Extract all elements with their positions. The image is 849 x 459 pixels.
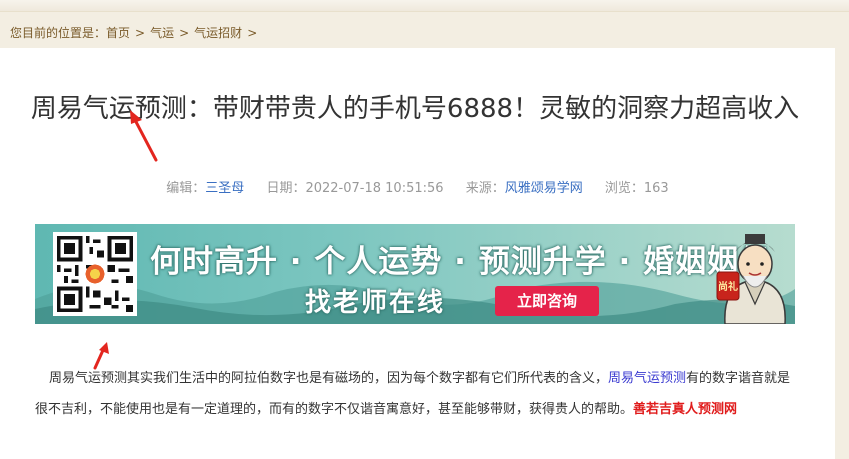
meta-source-link[interactable]: 风雅颂易学网 [505,181,583,196]
sage-character-icon: 尚礼 [716,234,786,324]
banner-subline: 找老师在线 [305,288,446,318]
meta-views: 浏览：163 [605,181,669,196]
breadcrumb-separator: > [179,26,190,40]
breadcrumb-qiyun-zhaocai-link[interactable]: 气运招财 [194,26,242,40]
badge-text: 尚礼 [718,280,738,293]
breadcrumb: 您目前的位置是：首页 > 气运 > 气运招财 > [10,24,262,42]
article-meta: 编辑：三圣母 日期：2022-07-18 10:51:56 来源：风雅颂易学网 … [0,177,835,196]
meta-date-label: 日期： [266,181,306,196]
keyword-link[interactable]: 周易气运预测 [608,371,686,386]
qr-code [53,232,137,316]
breadcrumb-prefix: 您目前的位置是： [10,26,107,40]
meta-source-label: 来源： [465,181,505,196]
breadcrumb-home-link[interactable]: 首页 [106,26,130,40]
meta-editor-label: 编辑： [166,181,206,196]
meta-editor-link[interactable]: 三圣母 [205,181,244,196]
banner-headline: 何时高升 · 个人运势 · 预测升学 · 婚姻姻缘 [150,244,772,280]
breadcrumb-qiyun-link[interactable]: 气运 [150,26,174,40]
site-link[interactable]: 善若吉真人预测网 [633,402,737,417]
meta-date: 日期：2022-07-18 10:51:56 [266,181,443,196]
article-body: 周易气运预测其实我们生活中的阿拉伯数字也是有磁场的，因为每个数字都有它们所代表的… [35,363,800,425]
top-strip [0,0,849,12]
meta-date-value: 2022-07-18 10:51:56 [305,181,444,196]
breadcrumb-separator: > [247,26,258,40]
consult-now-button[interactable]: 立即咨询 [495,286,599,316]
meta-views-count: 163 [643,181,669,196]
breadcrumb-separator: > [135,26,146,40]
article-title: 周易气运预测：带财带贵人的手机号6888！灵敏的洞察力超高收入 [30,94,800,124]
meta-views-label: 浏览： [604,181,644,196]
consult-banner[interactable]: 何时高升 · 个人运势 · 预测升学 · 婚姻姻缘 找老师在线 立即咨询 尚礼 [35,224,795,324]
article-text: 周易气运预测其实我们生活中的阿拉伯数字也是有磁场的，因为每个数字都有它们所代表的… [49,371,609,386]
meta-editor: 编辑：三圣母 [166,181,244,196]
meta-source: 来源：风雅颂易学网 [466,181,583,196]
